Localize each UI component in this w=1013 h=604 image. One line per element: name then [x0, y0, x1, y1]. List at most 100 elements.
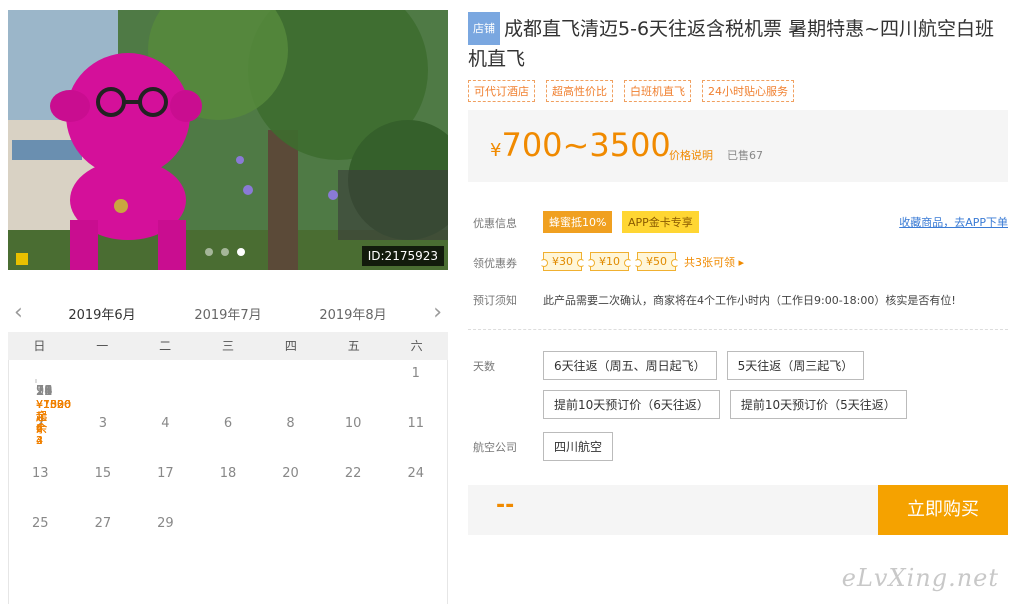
calendar-day: 6 [197, 410, 260, 460]
calendar-day [259, 360, 322, 410]
day-number: 15 [94, 466, 112, 481]
day-number [134, 360, 197, 366]
days-option[interactable]: 提前10天预订价（5天往返） [729, 390, 907, 419]
selected-price: -- [496, 493, 515, 518]
product-title-text: 成都直飞清迈5-6天往返含税机票 暑期特惠~四川航空白班机直飞 [468, 18, 994, 70]
calendar-day: 8 [259, 410, 322, 460]
carousel-dot[interactable] [221, 248, 229, 256]
weekday-label: 五 [347, 339, 360, 353]
buy-now-button[interactable]: 立即购买 [878, 485, 1008, 535]
calendar-day: 24 [384, 460, 447, 510]
promo-badge-app: APP金卡专享 [622, 211, 699, 233]
feature-tag: 24小时贴心服务 [702, 80, 794, 102]
day-number: 3 [98, 416, 107, 431]
calendar-day: 1 [384, 360, 447, 410]
price-range: 700~3500 [501, 126, 671, 164]
coupon-list: ¥30 ¥10 ¥50 共3张可领 ▸ [540, 252, 744, 271]
calendar-day [197, 360, 260, 410]
product-photo[interactable]: ID:2175923 [8, 10, 448, 270]
calendar-day: 18 [197, 460, 260, 510]
product-title: 店铺 成都直飞清迈5-6天往返含税机票 暑期特惠~四川航空白班机直飞 [468, 12, 1008, 74]
days-options-row2: 提前10天预订价（6天往返） 提前10天预订价（5天往返） [543, 390, 907, 419]
notice-label: 预订须知 [473, 294, 517, 307]
calendar-day: 13 [9, 460, 72, 510]
feature-tag: 白班机直飞 [624, 80, 691, 102]
calendar-day [322, 360, 385, 410]
coupon-item[interactable]: ¥50 [634, 252, 679, 271]
currency-symbol: ¥ [490, 140, 502, 161]
day-number: 27 [94, 516, 112, 531]
day-number: 18 [219, 466, 237, 481]
day-number: 4 [161, 416, 170, 431]
days-option[interactable]: 提前10天预订价（6天往返） [543, 390, 720, 419]
carousel-dot[interactable] [205, 248, 213, 256]
promo-label: 优惠信息 [473, 217, 517, 230]
day-number: 17 [157, 466, 174, 481]
day-number: 1 [411, 366, 420, 381]
carousel-dots [205, 248, 245, 256]
divider [468, 329, 1008, 330]
day-number: 20 [282, 466, 299, 481]
product-title-block: 店铺 成都直飞清迈5-6天往返含税机票 暑期特惠~四川航空白班机直飞 [468, 12, 1008, 74]
day-number: 10 [344, 416, 362, 431]
calendar-day [134, 360, 197, 410]
day-number [197, 360, 260, 366]
calendar-grid: 1 2 3 4 5 ¥1300 余4 6 7 ¥700 余2 8 9 ¥1600 余6 10 11 12 ¥1500… [8, 360, 448, 604]
promo-badge-honey: 蜂蜜抵10% [543, 211, 613, 233]
tab-month-july[interactable]: 2019年7月 [173, 304, 283, 333]
calendar-day: 25 [9, 510, 72, 560]
feature-tag: 可代订酒店 [468, 80, 535, 102]
coupon-more-link[interactable]: 共3张可领 ▸ [684, 254, 744, 270]
day-number: 8 [286, 416, 295, 431]
days-options-row1: 6天往返（周五、周日起飞） 5天往返（周三起飞） [543, 351, 865, 380]
prev-month-icon[interactable]: ‹ [14, 302, 23, 324]
month-nav: ‹ 2019年6月 2019年7月 2019年8月 › [8, 296, 448, 335]
buy-bar: -- 立即购买 [468, 485, 1008, 535]
calendar-day: 15 [72, 460, 135, 510]
weekday-header: 日 一 二 三 四 五 六 [8, 332, 448, 360]
airline-option[interactable]: 四川航空 [543, 432, 614, 461]
tab-month-august[interactable]: 2019年8月 [298, 304, 408, 333]
days-label: 天数 [473, 360, 495, 373]
tab-month-june[interactable]: 2019年6月 [47, 304, 157, 335]
day-number: 22 [344, 466, 362, 481]
day-number: 6 [223, 416, 233, 431]
feature-tags: 可代订酒店 超高性价比 白班机直飞 24小时贴心服务 [468, 80, 794, 102]
coupon-item[interactable]: ¥30 [540, 252, 585, 271]
weekday-label: 三 [221, 339, 234, 353]
calendar-day: 17 [134, 460, 197, 510]
calendar-day: 29 [134, 510, 197, 560]
calendar-day: 22 [322, 460, 385, 510]
weekday-label: 一 [96, 339, 109, 353]
weekday-label: 日 [33, 339, 46, 353]
day-number: 29 [157, 516, 174, 531]
weekday-label: 六 [410, 339, 423, 353]
days-option[interactable]: 6天往返（周五、周日起飞） [543, 351, 717, 380]
next-month-icon[interactable]: › [433, 302, 442, 324]
calendar-day: 27 [72, 510, 135, 560]
calendar-day: 10 [322, 410, 385, 460]
calendar-day: 20 [259, 460, 322, 510]
day-number [259, 360, 322, 366]
price-note-link[interactable]: 价格说明 [669, 147, 713, 163]
collect-link[interactable]: 收藏商品，去APP下单 [899, 214, 1008, 230]
carousel-dot-active[interactable] [237, 248, 245, 256]
calendar-day: 4 [134, 410, 197, 460]
photo-id-label: ID:2175923 [361, 246, 444, 266]
calendar-day: 11 [384, 410, 447, 460]
airline-label: 航空公司 [473, 441, 517, 454]
photo-mark-icon [16, 253, 28, 265]
coupon-label: 领优惠券 [473, 257, 517, 270]
airline-options: 四川航空 [543, 432, 614, 461]
shop-badge[interactable]: 店铺 [468, 12, 500, 45]
day-number: 24 [407, 466, 424, 481]
coupon-item[interactable]: ¥10 [587, 252, 632, 271]
feature-tag: 超高性价比 [546, 80, 613, 102]
pink-statue-icon [8, 10, 448, 270]
day-number [322, 360, 385, 366]
days-option[interactable]: 5天往返（周三起飞） [726, 351, 865, 380]
day-number: 11 [407, 416, 424, 431]
weekday-label: 四 [284, 339, 297, 353]
price: ¥700~3500 [490, 126, 671, 164]
day-number: 25 [32, 516, 49, 531]
